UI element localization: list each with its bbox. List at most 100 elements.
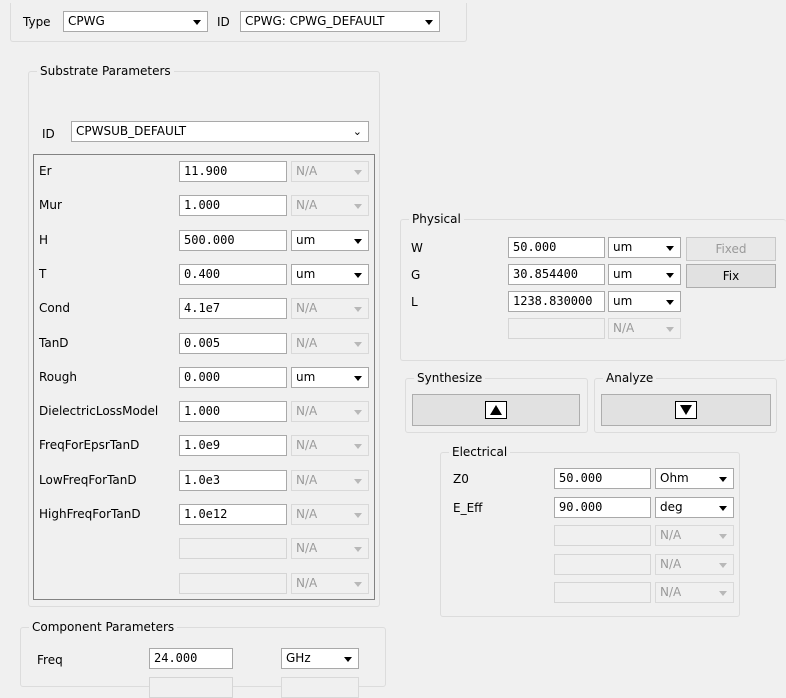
physical-param-list: W 50.000 um Fixed G 30.854400 um Fix L 1238.83000…: [401, 220, 786, 362]
substrate-param-value-field: [179, 572, 287, 594]
chevron-down-icon: [666, 246, 674, 251]
electrical-param-unit-combo: N/A: [655, 525, 734, 546]
electrical-param-unit-combo[interactable]: Ohm: [655, 468, 734, 489]
substrate-id-combo[interactable]: CPWSUB_DEFAULT ⌄: [71, 121, 369, 142]
physical-param-label: L: [411, 295, 418, 309]
chevron-down-icon: [354, 444, 362, 450]
substrate-param-label: TanD: [39, 335, 69, 350]
substrate-param-value-field[interactable]: 1.0e3: [179, 469, 287, 491]
electrical-param-unit-value: N/A: [660, 528, 682, 542]
substrate-param-unit-value: N/A: [296, 575, 318, 590]
component-param-unit-combo[interactable]: GHz: [281, 648, 359, 669]
physical-param-unit-value: um: [613, 294, 633, 308]
chevron-down-icon: [719, 591, 727, 596]
substrate-param-unit-combo: N/A: [291, 161, 369, 182]
substrate-param-value-field[interactable]: 1.0e12: [179, 504, 287, 525]
physical-param-unit-combo[interactable]: um: [608, 291, 681, 312]
chevron-down-icon: [719, 505, 727, 511]
chevron-down-icon: [354, 375, 362, 381]
physical-fix-button[interactable]: Fix: [686, 264, 776, 288]
chevron-down-icon: [666, 327, 674, 332]
chevron-down-icon: [354, 307, 362, 313]
chevron-down-icon: [354, 478, 362, 484]
substrate-param-value-field[interactable]: 1.000: [179, 195, 287, 217]
substrate-param-value-field: [179, 538, 287, 560]
substrate-param-unit-value: N/A: [296, 164, 318, 178]
electrical-param-unit-combo: N/A: [655, 553, 734, 575]
chevron-down-icon: [354, 410, 362, 416]
substrate-param-value-field[interactable]: 1.000: [179, 401, 287, 423]
substrate-id-value: CPWSUB_DEFAULT: [76, 124, 187, 138]
electrical-param-value-field[interactable]: 90.000: [554, 496, 651, 518]
chevron-down-icon: [719, 534, 727, 539]
component-second-unit-combo: [281, 677, 359, 698]
type-combo[interactable]: CPWG: [63, 11, 208, 32]
substrate-param-unit-value: um: [296, 232, 316, 247]
substrate-param-unit-combo: N/A: [291, 504, 369, 525]
synthesize-group: Synthesize: [405, 371, 588, 433]
electrical-param-label: E_Eff: [453, 500, 483, 515]
substrate-param-unit-value: N/A: [296, 198, 318, 213]
substrate-param-unit-combo: N/A: [291, 332, 369, 354]
id-label: ID: [217, 15, 230, 29]
component-parameters-group: Component Parameters Freq 24.000 GHz: [20, 620, 386, 698]
substrate-id-label: ID: [42, 127, 55, 141]
substrate-param-label: FreqForEpsrTanD: [39, 438, 140, 453]
substrate-param-unit-combo[interactable]: um: [291, 366, 369, 388]
electrical-param-unit-combo[interactable]: deg: [655, 496, 734, 518]
chevron-down-icon: [354, 581, 362, 587]
physical-param-value-field[interactable]: 30.854400: [508, 264, 605, 285]
substrate-param-label: HighFreqForTanD: [39, 507, 141, 521]
electrical-group: Electrical Z0 50.000 Ohm E_Eff 90.000 deg N/A N…: [440, 445, 740, 617]
substrate-param-unit-combo: N/A: [291, 469, 369, 491]
id-combo[interactable]: CPWG: CPWG_DEFAULT: [240, 11, 440, 32]
analyze-button[interactable]: [601, 394, 771, 426]
chevron-down-icon: [719, 477, 727, 482]
substrate-parameters-title: Substrate Parameters: [37, 64, 174, 78]
chevron-down-icon: [344, 657, 352, 662]
physical-param-unit-combo[interactable]: um: [608, 237, 681, 258]
substrate-param-label: H: [39, 232, 49, 247]
physical-param-value-field[interactable]: 50.000: [508, 237, 605, 258]
substrate-param-value-field[interactable]: 500.000: [179, 229, 287, 251]
substrate-param-unit-value: N/A: [296, 335, 318, 350]
synthesize-title: Synthesize: [414, 371, 486, 385]
substrate-param-unit-combo: N/A: [291, 572, 369, 594]
physical-param-value-field[interactable]: 1238.830000: [508, 291, 605, 312]
id-combo-value: CPWG: CPWG_DEFAULT: [245, 14, 385, 28]
physical-param-label: W: [411, 241, 423, 255]
electrical-param-unit-value: deg: [660, 499, 683, 514]
substrate-param-value-field[interactable]: 4.1e7: [179, 298, 287, 320]
chevron-down-icon: [666, 273, 674, 278]
chevron-down-icon: [354, 341, 362, 347]
substrate-param-label: T: [39, 266, 47, 281]
physical-param-unit-value: N/A: [613, 321, 635, 335]
substrate-param-value-field[interactable]: 0.000: [179, 366, 287, 388]
physical-param-unit-combo[interactable]: um: [608, 264, 681, 285]
chevron-down-icon: [354, 513, 362, 518]
substrate-param-unit-combo: N/A: [291, 195, 369, 217]
component-param-value-field[interactable]: 24.000: [149, 648, 233, 669]
chevron-down-icon: ⌄: [352, 125, 362, 138]
physical-param-unit-value: um: [613, 240, 633, 254]
substrate-param-unit-value: um: [296, 266, 316, 281]
substrate-param-label: Mur: [39, 198, 62, 213]
electrical-param-unit-value: N/A: [660, 585, 682, 599]
substrate-param-value-field[interactable]: 11.900: [179, 161, 287, 182]
synthesize-button[interactable]: [412, 394, 580, 426]
substrate-param-label: Cond: [39, 301, 70, 316]
substrate-param-unit-combo: N/A: [291, 538, 369, 560]
electrical-param-value-field[interactable]: 50.000: [554, 468, 651, 489]
analyze-group: Analyze: [594, 371, 777, 433]
arrow-up-icon: [485, 401, 507, 419]
substrate-param-unit-combo[interactable]: um: [291, 263, 369, 285]
arrow-down-icon: [675, 401, 697, 419]
substrate-param-value-field[interactable]: 1.0e9: [179, 435, 287, 457]
electrical-param-value-field: [554, 582, 651, 603]
physical-param-value-field: [508, 318, 605, 339]
electrical-param-unit-value: N/A: [660, 556, 682, 571]
electrical-param-label: Z0: [453, 472, 469, 486]
substrate-param-value-field[interactable]: 0.005: [179, 332, 287, 354]
substrate-param-value-field[interactable]: 0.400: [179, 263, 287, 285]
substrate-param-unit-combo[interactable]: um: [291, 229, 369, 251]
